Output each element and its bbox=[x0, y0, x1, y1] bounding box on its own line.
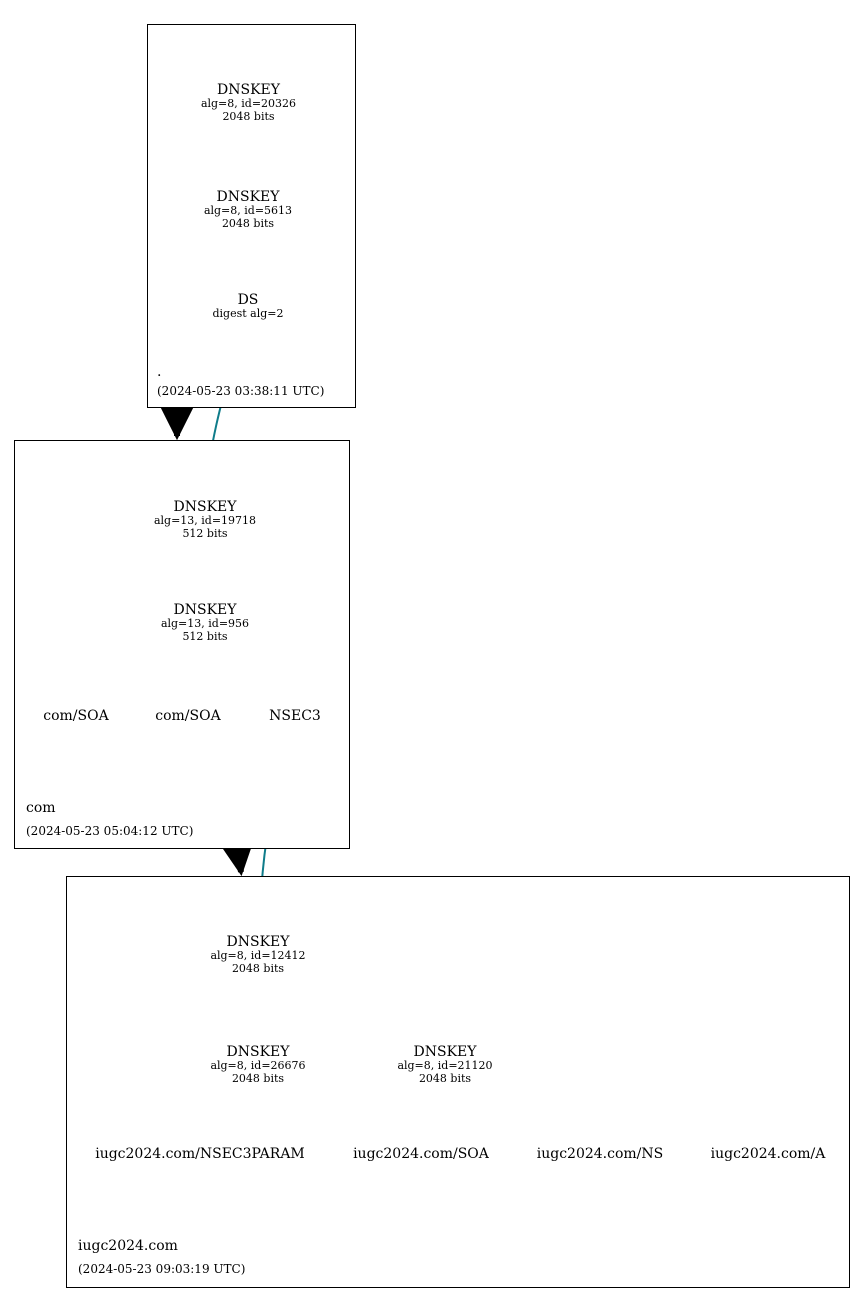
node-sub: digest alg=2 bbox=[198, 308, 298, 321]
node-sub: 512 bits bbox=[132, 528, 278, 541]
zone-com-timestamp: (2024-05-23 05:04:12 UTC) bbox=[26, 824, 193, 838]
node-sub: 2048 bits bbox=[184, 1073, 332, 1086]
node-title: DNSKEY bbox=[140, 603, 270, 618]
node-title: DNSKEY bbox=[371, 1045, 519, 1060]
com-nsec3: NSEC3 bbox=[258, 709, 332, 724]
node-sub: 512 bits bbox=[140, 631, 270, 644]
node-title: NSEC3 bbox=[258, 709, 332, 724]
zone-com-name: com bbox=[26, 800, 56, 816]
zone-root-timestamp: (2024-05-23 03:38:11 UTC) bbox=[157, 384, 324, 398]
node-title: DNSKEY bbox=[184, 935, 332, 950]
zone-iugc-timestamp: (2024-05-23 09:03:19 UTC) bbox=[78, 1262, 245, 1276]
node-title: DS bbox=[198, 293, 298, 308]
node-title: iugc2024.com/A bbox=[698, 1147, 838, 1162]
node-title: iugc2024.com/SOA bbox=[340, 1147, 502, 1162]
iugc-dnskey-21120: DNSKEY alg=8, id=21120 2048 bits bbox=[371, 1045, 519, 1086]
root-dnskey-5613: DNSKEY alg=8, id=5613 2048 bits bbox=[180, 190, 316, 231]
node-sub: 2048 bits bbox=[184, 963, 332, 976]
node-sub: 2048 bits bbox=[176, 111, 321, 124]
node-sub: 2048 bits bbox=[180, 218, 316, 231]
com-soa-2: com/SOA bbox=[140, 709, 236, 724]
node-title: iugc2024.com/NSEC3PARAM bbox=[80, 1147, 320, 1162]
com-soa-1: com/SOA bbox=[28, 709, 124, 724]
iugc-ns: iugc2024.com/NS bbox=[522, 1147, 678, 1162]
node-title: com/SOA bbox=[28, 709, 124, 724]
iugc-dnskey-26676: DNSKEY alg=8, id=26676 2048 bits bbox=[184, 1045, 332, 1086]
iugc-dnskey-12412: DNSKEY alg=8, id=12412 2048 bits bbox=[184, 935, 332, 976]
node-title: DNSKEY bbox=[176, 83, 321, 98]
node-title: iugc2024.com/NS bbox=[522, 1147, 678, 1162]
root-dnskey-20326: DNSKEY alg=8, id=20326 2048 bits bbox=[176, 83, 321, 124]
node-title: DNSKEY bbox=[184, 1045, 332, 1060]
node-title: com/SOA bbox=[140, 709, 236, 724]
com-dnskey-19718: DNSKEY alg=13, id=19718 512 bits bbox=[132, 500, 278, 541]
root-ds: DS digest alg=2 bbox=[198, 293, 298, 321]
node-sub: 2048 bits bbox=[371, 1073, 519, 1086]
node-title: DNSKEY bbox=[132, 500, 278, 515]
iugc-a: iugc2024.com/A bbox=[698, 1147, 838, 1162]
iugc-soa: iugc2024.com/SOA bbox=[340, 1147, 502, 1162]
com-dnskey-956: DNSKEY alg=13, id=956 512 bits bbox=[140, 603, 270, 644]
node-title: DNSKEY bbox=[180, 190, 316, 205]
iugc-nsec3param: iugc2024.com/NSEC3PARAM bbox=[80, 1147, 320, 1162]
zone-root-name: . bbox=[157, 364, 161, 380]
zone-iugc-name: iugc2024.com bbox=[78, 1238, 178, 1254]
